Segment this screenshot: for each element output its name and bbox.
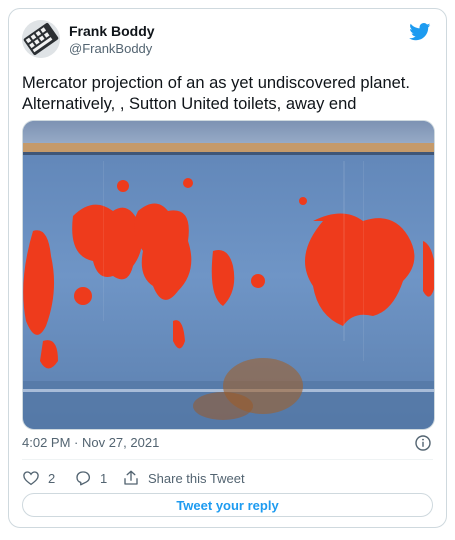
tweet-text: Mercator projection of an as yet undisco… — [22, 73, 434, 115]
tweet-card: Frank Boddy @FrankBoddy Mercator project… — [8, 8, 447, 528]
like-count: 2 — [48, 470, 56, 486]
heart-icon — [23, 471, 39, 486]
info-icon[interactable] — [415, 435, 431, 451]
action-bar: 2 1 Share this Tweet — [22, 468, 433, 488]
timestamp-row: 4:02 PM · Nov 27, 2021 — [22, 435, 433, 453]
reply-icon — [76, 471, 91, 486]
tweet-photo[interactable] — [22, 120, 435, 430]
tweet-header: Frank Boddy @FrankBoddy — [22, 20, 433, 60]
share-button[interactable]: Share this Tweet — [122, 468, 245, 488]
avatar[interactable] — [22, 20, 60, 58]
share-icon — [124, 470, 138, 485]
tweet-timestamp[interactable]: 4:02 PM · Nov 27, 2021 — [22, 435, 159, 450]
divider — [22, 459, 433, 460]
twitter-bird-icon[interactable] — [409, 23, 431, 41]
author-handle[interactable]: @FrankBoddy — [69, 41, 152, 56]
tweet-text-line-2: Alternatively, , Sutton United toilets, … — [22, 95, 357, 113]
reply-count: 1 — [100, 470, 108, 486]
tweet-your-reply-button[interactable]: Tweet your reply — [22, 493, 433, 517]
author-name[interactable]: Frank Boddy — [69, 23, 155, 39]
share-label: Share this Tweet — [148, 470, 245, 486]
reply-button[interactable]: 1 — [74, 468, 107, 488]
tweet-text-line-1: Mercator projection of an as yet undisco… — [22, 74, 410, 92]
like-button[interactable]: 2 — [22, 468, 55, 488]
